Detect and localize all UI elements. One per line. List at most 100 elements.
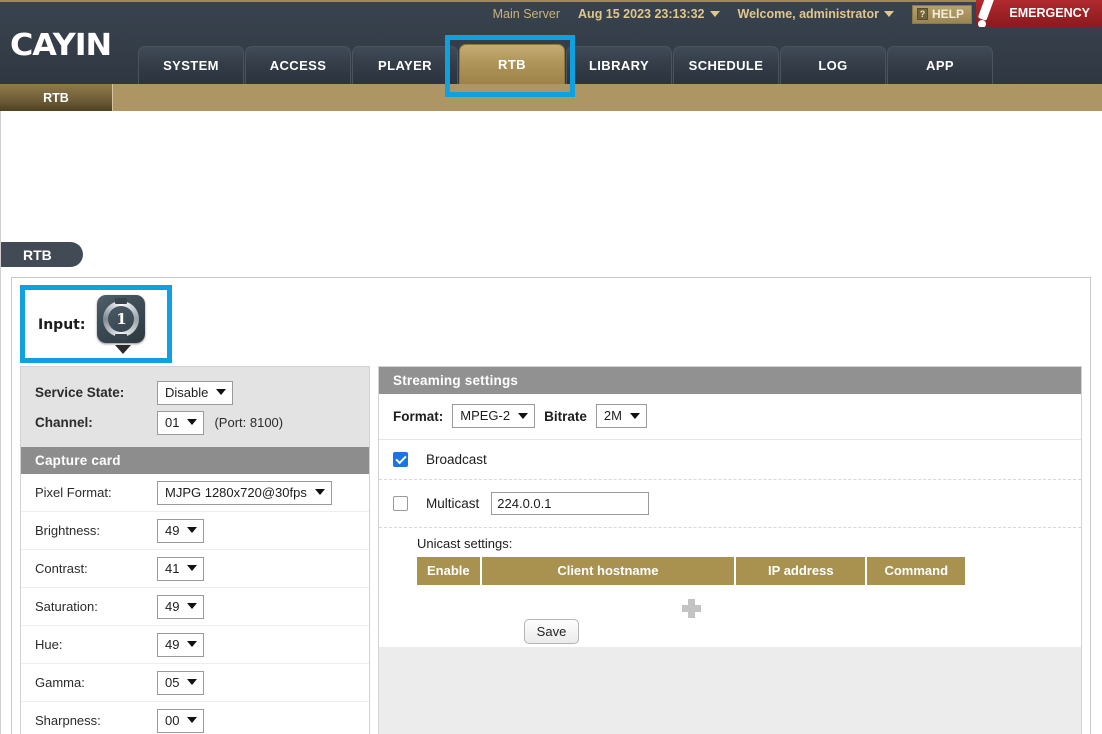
page-body: RTB Input: 1 Service State: Disable Chan… bbox=[0, 111, 1102, 734]
tab-label: SCHEDULE bbox=[688, 58, 764, 73]
chevron-down-icon bbox=[883, 11, 894, 17]
page-title: RTB bbox=[1, 242, 83, 267]
user-menu[interactable]: Welcome, administrator bbox=[738, 7, 894, 21]
multicast-checkbox[interactable] bbox=[393, 496, 408, 511]
exclamation-icon bbox=[977, 0, 996, 21]
datetime-menu[interactable]: Aug 15 2023 23:13:32 bbox=[578, 7, 720, 21]
chevron-down-icon bbox=[216, 389, 227, 395]
column-header-ip-address: IP address bbox=[735, 557, 868, 585]
streaming-settings-header: Streaming settings bbox=[379, 367, 1081, 394]
chevron-down-icon[interactable] bbox=[115, 345, 132, 354]
pixel-format-row: Pixel Format: MJPG 1280x720@30fps bbox=[21, 474, 369, 512]
broadcast-checkbox[interactable] bbox=[393, 452, 408, 467]
column-header-command: Command bbox=[866, 557, 965, 585]
brightness-value: 49 bbox=[165, 522, 180, 538]
tab-schedule[interactable]: SCHEDULE bbox=[673, 46, 779, 84]
emergency-label: EMERGENCY bbox=[1009, 6, 1090, 20]
save-button[interactable]: Save bbox=[524, 619, 579, 644]
tab-label: LOG bbox=[818, 58, 848, 73]
chevron-down-icon bbox=[187, 679, 198, 685]
brightness-select[interactable]: 49 bbox=[157, 518, 205, 543]
broadcast-row: Broadcast bbox=[379, 440, 1081, 480]
channel-select[interactable]: 01 bbox=[157, 410, 205, 435]
unicast-table-header-row: Enable Client hostname IP address Comman… bbox=[417, 557, 965, 585]
tab-app[interactable]: APP bbox=[887, 46, 993, 84]
broadcast-label: Broadcast bbox=[426, 452, 487, 467]
saturation-select[interactable]: 49 bbox=[157, 594, 205, 619]
input-channel-icon: 1 bbox=[97, 295, 146, 343]
plus-icon[interactable] bbox=[681, 599, 701, 618]
question-mark-icon: ? bbox=[916, 8, 928, 20]
service-state-select[interactable]: Disable bbox=[157, 380, 234, 405]
subnav-item-rtb[interactable]: RTB bbox=[0, 84, 113, 111]
tab-label: PLAYER bbox=[378, 58, 432, 73]
saturation-value: 49 bbox=[165, 598, 180, 614]
cayin-logo[interactable]: CAYIN bbox=[10, 28, 112, 63]
sharpness-select[interactable]: 00 bbox=[157, 708, 205, 733]
port-note: (Port: 8100) bbox=[214, 415, 284, 430]
bitrate-value: 2M bbox=[603, 408, 622, 423]
chevron-down-icon bbox=[187, 419, 198, 425]
top-status-bar: Main Server Aug 15 2023 23:13:32 Welcome… bbox=[0, 0, 1102, 27]
tab-library[interactable]: LIBRARY bbox=[566, 46, 672, 84]
chevron-down-icon bbox=[187, 527, 198, 533]
dial-ring-icon: 1 bbox=[103, 301, 140, 337]
tab-system[interactable]: SYSTEM bbox=[138, 46, 244, 84]
multicast-address-input[interactable] bbox=[491, 492, 650, 515]
user-menu-label: Welcome, administrator bbox=[737, 7, 879, 21]
chevron-down-icon bbox=[187, 717, 198, 723]
gamma-value: 05 bbox=[165, 674, 180, 690]
tab-rtb[interactable]: RTB bbox=[459, 44, 565, 84]
datetime-label: Aug 15 2023 23:13:32 bbox=[578, 7, 705, 21]
chevron-down-icon bbox=[629, 412, 640, 419]
tab-label: LIBRARY bbox=[588, 58, 650, 73]
tab-access[interactable]: ACCESS bbox=[245, 46, 351, 84]
brightness-row: Brightness: 49 bbox=[21, 512, 369, 550]
channel-row: Channel: 01 (Port: 8100) bbox=[21, 406, 369, 436]
tab-player[interactable]: PLAYER bbox=[352, 46, 458, 84]
help-button[interactable]: ? HELP bbox=[911, 4, 972, 24]
sub-nav-bar: RTB bbox=[0, 84, 1102, 111]
input-selector[interactable]: 1 bbox=[97, 295, 149, 354]
sharpness-label: Sharpness: bbox=[35, 713, 101, 728]
emergency-button[interactable]: EMERGENCY bbox=[976, 0, 1102, 27]
right-settings-column: Streaming settings Format: MPEG-2 Bitrat… bbox=[378, 366, 1082, 734]
tab-label: APP bbox=[926, 58, 954, 73]
sharpness-row: Sharpness: 00 bbox=[21, 702, 369, 734]
column-header-client-hostname: Client hostname bbox=[480, 557, 737, 585]
left-settings-column: Service State: Disable Channel: 01 (Port… bbox=[20, 366, 370, 734]
pixel-format-select[interactable]: MJPG 1280x720@30fps bbox=[157, 480, 332, 505]
chevron-down-icon bbox=[187, 603, 198, 609]
input-selector-row: Input: 1 bbox=[20, 286, 180, 363]
chevron-down-icon bbox=[187, 565, 198, 571]
pixel-format-label: Pixel Format: bbox=[35, 485, 112, 500]
brightness-label: Brightness: bbox=[35, 523, 101, 538]
contrast-label: Contrast: bbox=[35, 561, 88, 576]
format-value: MPEG-2 bbox=[460, 408, 511, 423]
contrast-value: 41 bbox=[165, 560, 180, 576]
input-number: 1 bbox=[108, 306, 135, 332]
icon-nub-bottom bbox=[115, 334, 128, 340]
tab-log[interactable]: LOG bbox=[780, 46, 886, 84]
main-nav-tabs: SYSTEM ACCESS PLAYER RTB LIBRARY SCHEDUL… bbox=[138, 44, 994, 84]
chevron-down-icon bbox=[314, 489, 325, 495]
column-header-enable: Enable bbox=[417, 557, 482, 585]
format-select[interactable]: MPEG-2 bbox=[452, 404, 536, 428]
contrast-select[interactable]: 41 bbox=[157, 556, 205, 581]
bitrate-select[interactable]: 2M bbox=[595, 404, 647, 428]
format-label: Format: bbox=[393, 408, 444, 424]
tab-label: ACCESS bbox=[269, 58, 327, 73]
app-header: Main Server Aug 15 2023 23:13:32 Welcome… bbox=[0, 0, 1102, 97]
service-state-value: Disable bbox=[165, 384, 209, 400]
right-panel-filler bbox=[379, 647, 1081, 734]
gamma-select[interactable]: 05 bbox=[157, 670, 205, 695]
format-bitrate-row: Format: MPEG-2 Bitrate 2M bbox=[379, 394, 1081, 440]
chevron-down-icon bbox=[709, 11, 720, 17]
bitrate-label: Bitrate bbox=[544, 408, 587, 424]
capture-card-header: Capture card bbox=[21, 447, 369, 474]
channel-label: Channel: bbox=[35, 415, 93, 430]
channel-value: 01 bbox=[165, 414, 180, 430]
rtb-settings-panel: Input: 1 Service State: Disable Channel:… bbox=[11, 277, 1091, 734]
exclamation-dot-icon bbox=[978, 20, 986, 27]
gamma-row: Gamma: 05 bbox=[21, 664, 369, 702]
